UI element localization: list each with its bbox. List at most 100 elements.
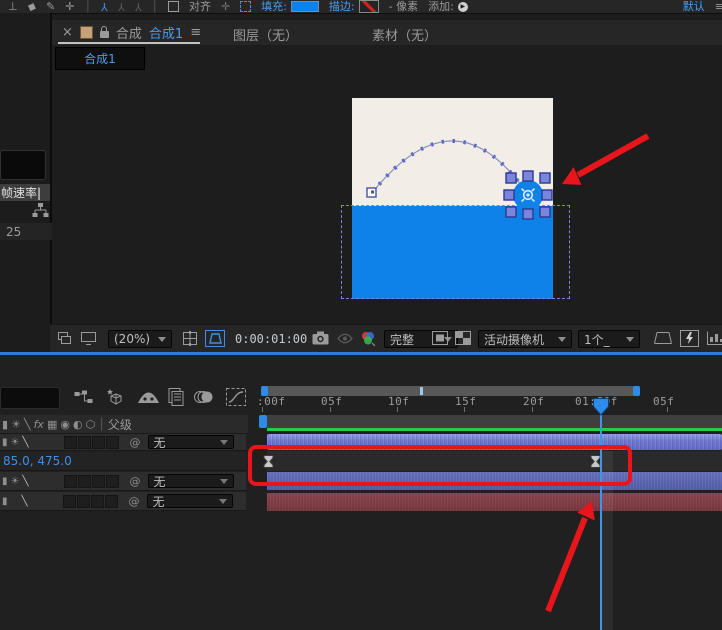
camera-pan-tool-icon[interactable]: Y [135,1,142,12]
add-menu-icon[interactable]: ▶ [458,2,468,12]
switch-box[interactable] [78,436,91,449]
quality-switch-icon[interactable]: ╲ [22,437,28,448]
position-value[interactable]: 85.0, 475.0 [3,454,72,468]
stroke-color-swatch[interactable] [359,0,379,13]
preview-timecode[interactable]: 0:00:01:00 [235,332,307,346]
channels-rgb-icon[interactable] [360,331,376,346]
panel-menu-icon[interactable]: ≡ [190,25,201,40]
switch-box[interactable] [92,436,105,449]
switch-box[interactable] [91,495,104,508]
switch-box[interactable] [106,475,119,488]
camera-tool-icon[interactable]: Y [101,1,108,12]
view-layout-dropdown[interactable]: 1个_ [578,330,640,348]
show-snapshot-eye-icon[interactable] [337,333,353,344]
graph-editor-icon[interactable] [226,388,246,406]
frame-blend-column-icon[interactable]: ▦ [47,418,57,431]
parent-dropdown[interactable]: 无 [148,435,234,449]
active-camera-dropdown[interactable]: 活动摄像机 [478,330,572,348]
switch-box[interactable] [92,475,105,488]
grid-guides-icon[interactable] [182,331,198,346]
keyframe-track-row[interactable] [267,451,722,471]
layer-icon[interactable]: ▮ [2,437,8,448]
comp-chip[interactable]: 合成1 [55,47,145,70]
stroke-label[interactable]: 描边: [329,1,355,12]
layer-icon[interactable]: ▮ [2,496,8,507]
switch-box[interactable] [105,495,118,508]
composition-mini-flowchart-icon[interactable] [74,390,93,405]
always-preview-icon[interactable] [58,332,72,345]
project-field[interactable] [0,150,46,180]
flowchart-icon[interactable] [32,203,49,218]
pick-whip-icon[interactable]: @ [129,495,140,508]
puppet-pin-tool-icon[interactable]: ✛ [65,1,74,12]
quality-switch-icon[interactable]: ╲ [22,476,28,487]
lock-icon[interactable] [100,31,109,38]
switch-box[interactable] [64,436,77,449]
layer-row-3-controls[interactable]: ▮ ╲ @ 无 [0,492,246,511]
frame-rate-value-box[interactable]: 25 [0,223,52,240]
fast-previews-icon[interactable] [680,330,699,347]
roto-brush-tool-icon[interactable]: ✎ [46,1,55,12]
adjustment-column-icon[interactable]: ◐ [73,418,83,431]
parent-dropdown[interactable]: 无 [147,494,233,508]
parent-dropdown[interactable]: 无 [148,474,234,488]
shy-column-icon[interactable]: ▮ [2,418,8,431]
switch-box[interactable] [78,475,91,488]
monitor-icon[interactable] [81,332,96,345]
layer-bar-2[interactable] [267,472,722,490]
switch-box[interactable] [64,475,77,488]
region-of-interest-icon[interactable] [432,331,448,345]
tab-layer[interactable]: 图层（无） [233,25,298,44]
shy-layers-icon[interactable] [138,390,159,404]
position-property-row[interactable]: 85.0, 475.0 [0,452,246,471]
composition-panel-label[interactable]: 合成 [116,23,142,42]
pick-whip-icon[interactable]: @ [130,475,141,488]
layer-row-1-controls[interactable]: ▮ ☀ ╲ @ 无 [0,434,246,451]
snap-pin-icon[interactable]: ✛ [221,1,230,12]
collapse-switch-icon[interactable]: ☀ [11,437,20,448]
pick-whip-icon[interactable]: @ [130,436,141,449]
snapshot-camera-icon[interactable] [312,331,329,345]
magnification-dropdown[interactable]: (20%) [108,330,172,348]
add-label[interactable]: 添加: [428,1,454,12]
draft-3d-icon[interactable] [104,388,124,406]
collapse-switch-icon[interactable]: ☀ [11,476,20,487]
frame-blending-icon[interactable] [168,388,185,406]
pixel-aspect-icon[interactable] [654,332,672,344]
switch-box[interactable] [77,495,90,508]
motion-blur-column-icon[interactable]: ◉ [60,418,70,431]
timeline-search-field[interactable] [0,387,60,409]
workspace-label[interactable]: 默认 [683,1,705,12]
layer-row-2-controls[interactable]: ▮ ☀ ╲ @ 无 [0,472,246,491]
collapse-column-icon[interactable]: ☀ [11,418,21,431]
navigator-handle[interactable] [259,415,267,428]
timeline-graph-icon[interactable] [707,331,722,345]
fill-color-swatch[interactable] [291,1,319,12]
fill-label[interactable]: 填充: [261,1,287,12]
keyframe-icon[interactable] [263,455,274,468]
mask-visibility-icon[interactable] [205,330,225,347]
comp-navigator-bar[interactable] [267,415,722,428]
switch-box[interactable] [63,495,76,508]
playhead-line[interactable] [600,397,602,630]
layer-bar-1[interactable] [267,434,722,450]
stroke-width-label[interactable]: - 像素 [389,1,418,12]
fx-column-icon[interactable]: fx [34,418,44,431]
quality-switch-icon[interactable]: ╲ [22,496,28,507]
camera-orbit-tool-icon[interactable]: Y [118,1,125,12]
eraser-tool-icon[interactable]: ◆ [26,0,38,13]
workspace-menu-icon[interactable]: ≡ [715,1,722,12]
work-area-end-handle[interactable] [633,386,640,396]
composition-tab-name[interactable]: 合成1 [149,23,183,42]
clone-stamp-tool-icon[interactable]: ⊥ [8,1,18,12]
close-tab-icon[interactable]: × [62,25,73,40]
switch-box[interactable] [106,436,119,449]
parent-column-header[interactable]: 父级 [108,416,132,433]
3d-column-icon[interactable]: ⬡ [86,418,96,431]
layer-bar-3[interactable] [267,493,722,511]
motion-blur-icon[interactable] [194,389,213,405]
quality-column-icon[interactable]: ╲ [24,418,31,431]
tab-footage[interactable]: 素材（无） [372,25,437,44]
playhead-handle[interactable] [593,398,609,416]
transparency-grid-icon[interactable] [455,331,471,345]
